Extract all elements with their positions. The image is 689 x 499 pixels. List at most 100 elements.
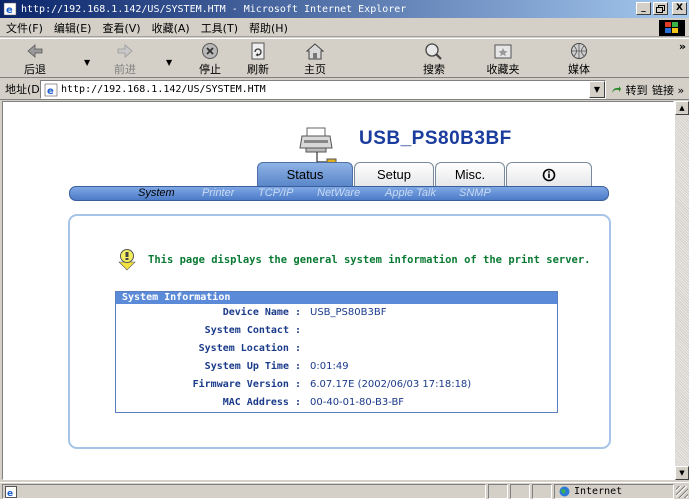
window-title: http://192.168.1.142/US/SYSTEM.HTM - Mic… (21, 3, 407, 15)
stop-button[interactable]: 停止 (185, 42, 235, 76)
notice-text: This page displays the general system in… (148, 254, 591, 266)
vertical-scrollbar[interactable]: ▲ ▼ (674, 101, 689, 480)
address-url: http://192.168.1.142/US/SYSTEM.HTM (61, 84, 266, 95)
status-cell (510, 484, 530, 499)
tab-misc[interactable]: Misc. (435, 162, 505, 186)
close-button[interactable]: X (672, 2, 687, 15)
globe-icon (559, 486, 570, 497)
refresh-icon (251, 42, 265, 60)
browser-window: e http://192.168.1.142/US/SYSTEM.HTM - M… (0, 0, 689, 499)
menu-edit[interactable]: 编辑(E) (54, 20, 92, 36)
scroll-down-button[interactable]: ▼ (675, 466, 689, 480)
status-message: e (2, 484, 486, 499)
firmware-version-value: 6.07.17E (2002/06/03 17:18:18) (310, 379, 472, 390)
search-button[interactable]: 搜索 (409, 42, 459, 76)
menu-file[interactable]: 文件(F) (6, 20, 43, 36)
system-up-time-value: 0:01:49 (310, 361, 349, 372)
system-information-table: System Information Device Name : USB_PS8… (115, 291, 558, 413)
page-content: USB_PS80B3BF Status Setup Misc. System P… (2, 101, 674, 480)
refresh-label: 刷新 (247, 63, 269, 76)
svg-text:e: e (7, 489, 13, 498)
system-location-label: System Location : (198, 343, 301, 354)
firmware-version-label: Firmware Version : (192, 379, 301, 390)
status-cell (532, 484, 552, 499)
menu-favorites[interactable]: 收藏(A) (152, 20, 190, 36)
menu-tools[interactable]: 工具(T) (201, 20, 238, 36)
device-name-value: USB_PS80B3BF (310, 307, 387, 318)
resize-grip[interactable] (676, 486, 688, 498)
ie-icon: e (3, 2, 17, 16)
media-button[interactable]: 媒体 (554, 42, 604, 76)
toolbar: 后退 ▼ 前进 ▼ 停止 刷新 主页 搜索 收藏夹 媒体 » (0, 38, 689, 78)
device-name-label: Device Name : (222, 307, 301, 318)
media-icon (571, 43, 587, 59)
svg-text:e: e (47, 86, 54, 97)
info-icon (542, 168, 556, 181)
system-information-header: System Information (116, 292, 557, 304)
menu-bar: 文件(F) 编辑(E) 查看(V) 收藏(A) 工具(T) 帮助(H) (0, 19, 689, 37)
tab-setup[interactable]: Setup (354, 162, 434, 186)
device-name-title: USB_PS80B3BF (359, 128, 512, 149)
page-loaded-icon: e (5, 485, 17, 498)
tab-info[interactable] (506, 162, 592, 186)
table-row: MAC Address : 00-40-01-80-B3-BF (116, 394, 557, 412)
home-icon (305, 43, 325, 60)
search-label: 搜索 (423, 63, 445, 76)
system-up-time-label: System Up Time : (204, 361, 301, 372)
system-contact-label: System Contact : (204, 325, 301, 336)
go-label: 转到 (625, 84, 648, 97)
media-label: 媒体 (568, 63, 590, 76)
forward-button[interactable]: 前进 (100, 42, 150, 76)
address-input[interactable]: e http://192.168.1.142/US/SYSTEM.HTM ▼ (40, 80, 606, 99)
security-zone-label: Internet (574, 486, 623, 497)
subnav-printer[interactable]: Printer (202, 187, 234, 200)
title-bar: e http://192.168.1.142/US/SYSTEM.HTM - M… (0, 0, 689, 18)
go-button[interactable]: 转到 (611, 82, 648, 98)
forward-dropdown-icon[interactable]: ▼ (166, 58, 172, 67)
minimize-button[interactable]: _ (636, 2, 651, 15)
status-cell (488, 484, 508, 499)
mac-address-value: 00-40-01-80-B3-BF (310, 397, 405, 408)
forward-label: 前进 (114, 63, 136, 76)
scroll-up-button[interactable]: ▲ (675, 101, 689, 115)
menu-help[interactable]: 帮助(H) (249, 20, 288, 36)
back-dropdown-icon[interactable]: ▼ (84, 58, 90, 67)
maximize-button[interactable] (653, 2, 668, 15)
favorites-icon (494, 44, 512, 59)
subnav-tcpip[interactable]: TCP/IP (258, 187, 293, 200)
search-icon (425, 43, 442, 60)
address-bar: 地址(D) e http://192.168.1.142/US/SYSTEM.H… (0, 79, 689, 100)
subnav-system[interactable]: System (138, 187, 175, 200)
back-button[interactable]: 后退 (10, 42, 60, 76)
go-arrow-icon (612, 86, 621, 93)
back-label: 后退 (24, 63, 46, 76)
home-button[interactable]: 主页 (290, 42, 340, 76)
status-bar: e Internet (0, 482, 689, 499)
address-dropdown-button[interactable]: ▼ (589, 81, 605, 98)
address-label: 地址(D) (5, 83, 45, 96)
tab-status[interactable]: Status (257, 162, 353, 186)
mac-address-label: MAC Address : (222, 397, 301, 408)
links-button[interactable]: 链接 » (652, 82, 684, 98)
favorites-label: 收藏夹 (486, 63, 520, 76)
stop-label: 停止 (199, 63, 221, 76)
menu-view[interactable]: 查看(V) (102, 20, 140, 36)
sub-navigation: System Printer TCP/IP NetWare Apple Talk… (69, 186, 609, 201)
toolbar-overflow-button[interactable]: » (679, 40, 686, 53)
subnav-snmp[interactable]: SNMP (459, 187, 491, 200)
home-label: 主页 (304, 63, 326, 76)
forward-arrow-icon (117, 44, 133, 58)
table-row: System Location : (116, 340, 557, 358)
table-row: System Contact : (116, 322, 557, 340)
subnav-netware[interactable]: NetWare (317, 187, 360, 200)
table-row: System Up Time : 0:01:49 (116, 358, 557, 376)
refresh-button[interactable]: 刷新 (233, 42, 283, 76)
table-row: Device Name : USB_PS80B3BF (116, 304, 557, 322)
security-zone: Internet (554, 484, 674, 499)
back-arrow-icon (27, 44, 43, 58)
notice: This page displays the general system in… (116, 248, 591, 272)
favorites-button[interactable]: 收藏夹 (478, 42, 528, 76)
subnav-appletalk[interactable]: Apple Talk (385, 187, 436, 200)
lightbulb-icon (118, 249, 136, 271)
svg-text:e: e (6, 5, 13, 16)
